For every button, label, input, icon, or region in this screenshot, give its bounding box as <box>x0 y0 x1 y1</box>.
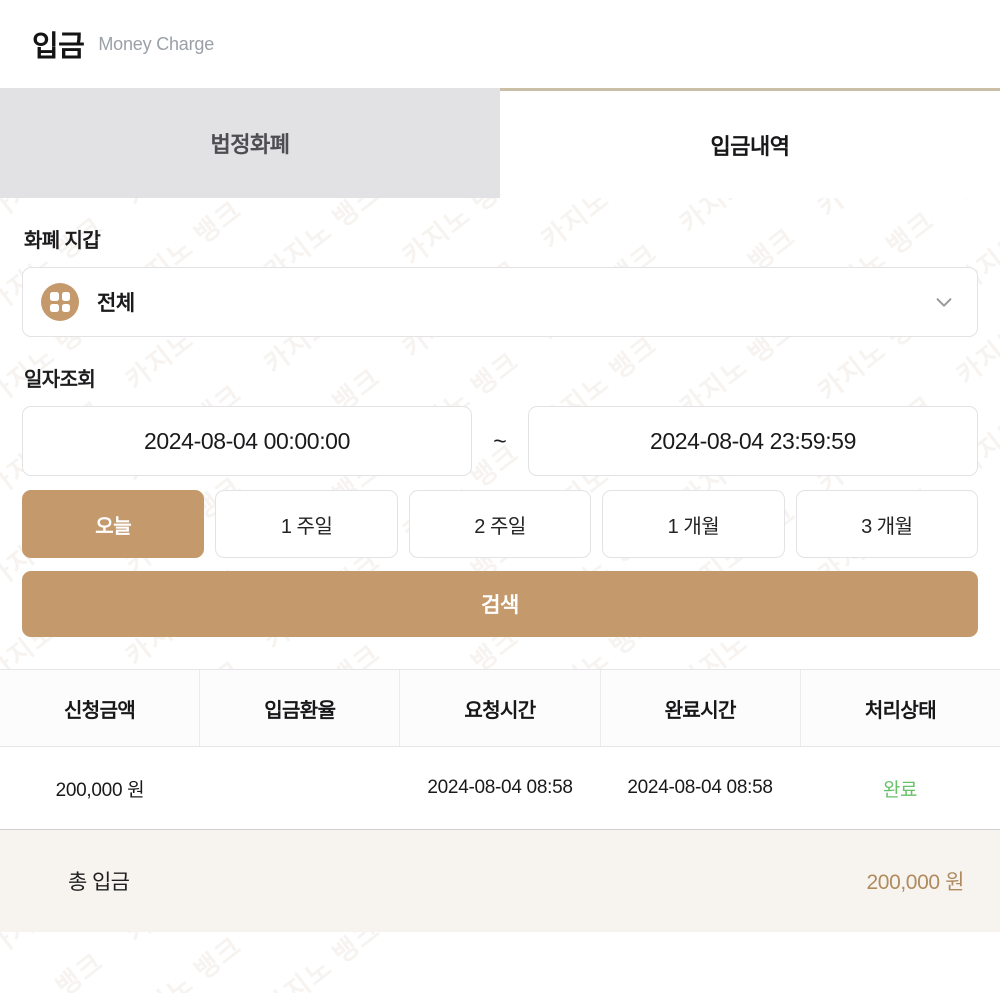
cell-amount: 200,000 원 <box>55 779 145 801</box>
wallet-grid-icon <box>41 283 79 321</box>
column-header-rate: 입금환율 <box>200 670 401 746</box>
search-button[interactable]: 카지노 뱅크 카지노 뱅크 카지노 뱅크 카지노 뱅크 카지노 뱅크 카지노 뱅… <box>22 571 978 637</box>
total-deposit-label: 총 입금 <box>68 871 130 894</box>
page-header: 입금 Money Charge <box>0 0 1000 88</box>
wallet-select[interactable]: 전체 <box>22 267 978 337</box>
table-header-row: 신청금액 입금환율 요청시간 완료시간 처리상태 <box>0 669 1000 747</box>
table-row[interactable]: 200,000 원 2024-08-04 08:58 2024-08-04 08… <box>0 747 1000 829</box>
search-form: 화폐 지갑 전체 일자조회 2024-08-04 00:00:00 ~ 2024… <box>0 224 1000 637</box>
column-header-completed-at: 완료시간 <box>601 670 801 746</box>
end-date-input[interactable]: 2024-08-04 23:59:59 <box>528 406 978 476</box>
quick-range-1month[interactable]: 1 개월 <box>602 490 785 558</box>
quick-range-3months[interactable]: 3 개월 <box>795 490 979 558</box>
quick-range-buttons: 오늘 1 주일 2 주일 1 개월 3 개월 <box>22 490 979 558</box>
quick-range-today[interactable]: 오늘 <box>22 490 205 558</box>
chevron-down-icon <box>933 291 955 313</box>
tab-bar: 법정화폐 입금내역 <box>0 88 1000 198</box>
tab-deposit-history[interactable]: 입금내역 <box>500 88 1000 198</box>
quick-range-1week[interactable]: 1 주일 <box>215 490 398 558</box>
wallet-label: 화폐 지갑 <box>24 230 101 252</box>
page-subtitle: Money Charge <box>98 33 215 54</box>
total-deposit-value: 200,000 원 <box>866 871 965 894</box>
column-header-amount: 신청금액 <box>0 670 201 746</box>
date-range-row: 2024-08-04 00:00:00 ~ 2024-08-04 23:59:5… <box>22 406 978 476</box>
cell-completed-at: 2024-08-04 08:58 <box>627 777 773 798</box>
cell-requested-at: 2024-08-04 08:58 <box>427 777 573 798</box>
column-header-status: 처리상태 <box>864 699 937 722</box>
start-date-input[interactable]: 2024-08-04 00:00:00 <box>22 406 472 476</box>
quick-range-2weeks[interactable]: 2 주일 <box>408 490 592 558</box>
column-header-requested-at: 요청시간 <box>400 670 601 746</box>
page-title: 입금 <box>32 31 85 63</box>
tab-fiat-currency[interactable]: 법정화폐 <box>0 88 500 198</box>
tab-fiat-currency-label: 법정화폐 <box>210 132 290 157</box>
cell-status: 완료 <box>882 779 918 801</box>
deposit-history-table: 신청금액 입금환율 요청시간 완료시간 처리상태 200,000 원 2024-… <box>0 669 1000 829</box>
date-range-separator: ~ <box>493 427 507 454</box>
date-search-label: 일자조회 <box>24 369 96 391</box>
money-charge-page: 카지노 뱅크 카지노 뱅크 카지노 뱅크 카지노 뱅크 카지노 뱅크 카지노 뱅… <box>0 0 1000 993</box>
total-deposit-bar: 총 입금 200,000 원 <box>0 829 1000 932</box>
search-button-label: 검색 <box>481 594 519 617</box>
tab-deposit-history-label: 입금내역 <box>710 133 790 159</box>
wallet-selected-value: 전체 <box>97 292 135 315</box>
